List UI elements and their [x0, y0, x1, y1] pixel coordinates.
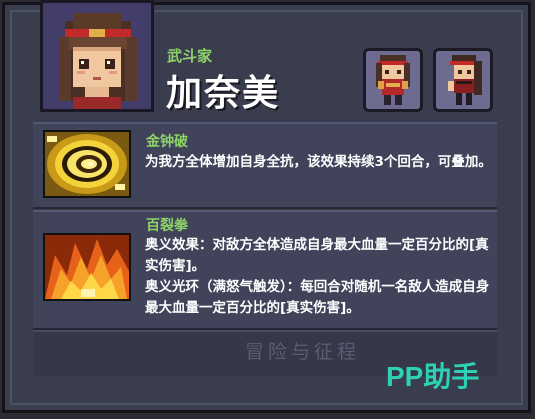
skin-2-pixel-art	[436, 51, 490, 109]
golden-spiral-icon	[43, 130, 131, 198]
site-watermark: PP助手	[386, 361, 480, 392]
portrait-pixel-art	[43, 3, 151, 109]
character-portrait	[40, 0, 154, 112]
game-logo-watermark: 冒险与征程	[245, 341, 361, 363]
flame-fist-icon	[43, 233, 131, 301]
character-class-label: 武斗家	[167, 47, 213, 65]
skin-1-pixel-art	[366, 51, 420, 109]
skill-description-1: 为我方全体增加自身全抗，该效果持续3个回合，可叠加。	[145, 152, 493, 173]
character-name: 加奈美	[166, 73, 281, 114]
skill-description-2: 奥义效果：对敌方全体造成自身最大血量一定百分比的[真实伤害]。 奥义光环（满怒气…	[145, 235, 493, 319]
skill-1-desc-line: 为我方全体增加自身全抗，该效果持续3个回合，可叠加。	[145, 154, 492, 170]
skin-thumbnail-1[interactable]	[363, 48, 423, 112]
skill-2-desc-line-2: 奥义光环（满怒气触发）：每回合对随机一名敌人造成自身最大血量一定百分比的[真实伤…	[145, 279, 490, 316]
skill-row-1: 金钟破 为我方全体增加自身全抗，该效果持续3个回合，可叠加。	[33, 122, 497, 209]
skill-name-2: 百裂拳	[146, 218, 188, 234]
skill-row-2: 百裂拳 奥义效果：对敌方全体造成自身最大血量一定百分比的[真实伤害]。 奥义光环…	[33, 210, 497, 330]
skill-2-desc-line-1: 奥义效果：对敌方全体造成自身最大血量一定百分比的[真实伤害]。	[145, 237, 489, 274]
skill-name-1: 金钟破	[146, 134, 188, 150]
skin-thumbnail-2[interactable]	[433, 48, 493, 112]
